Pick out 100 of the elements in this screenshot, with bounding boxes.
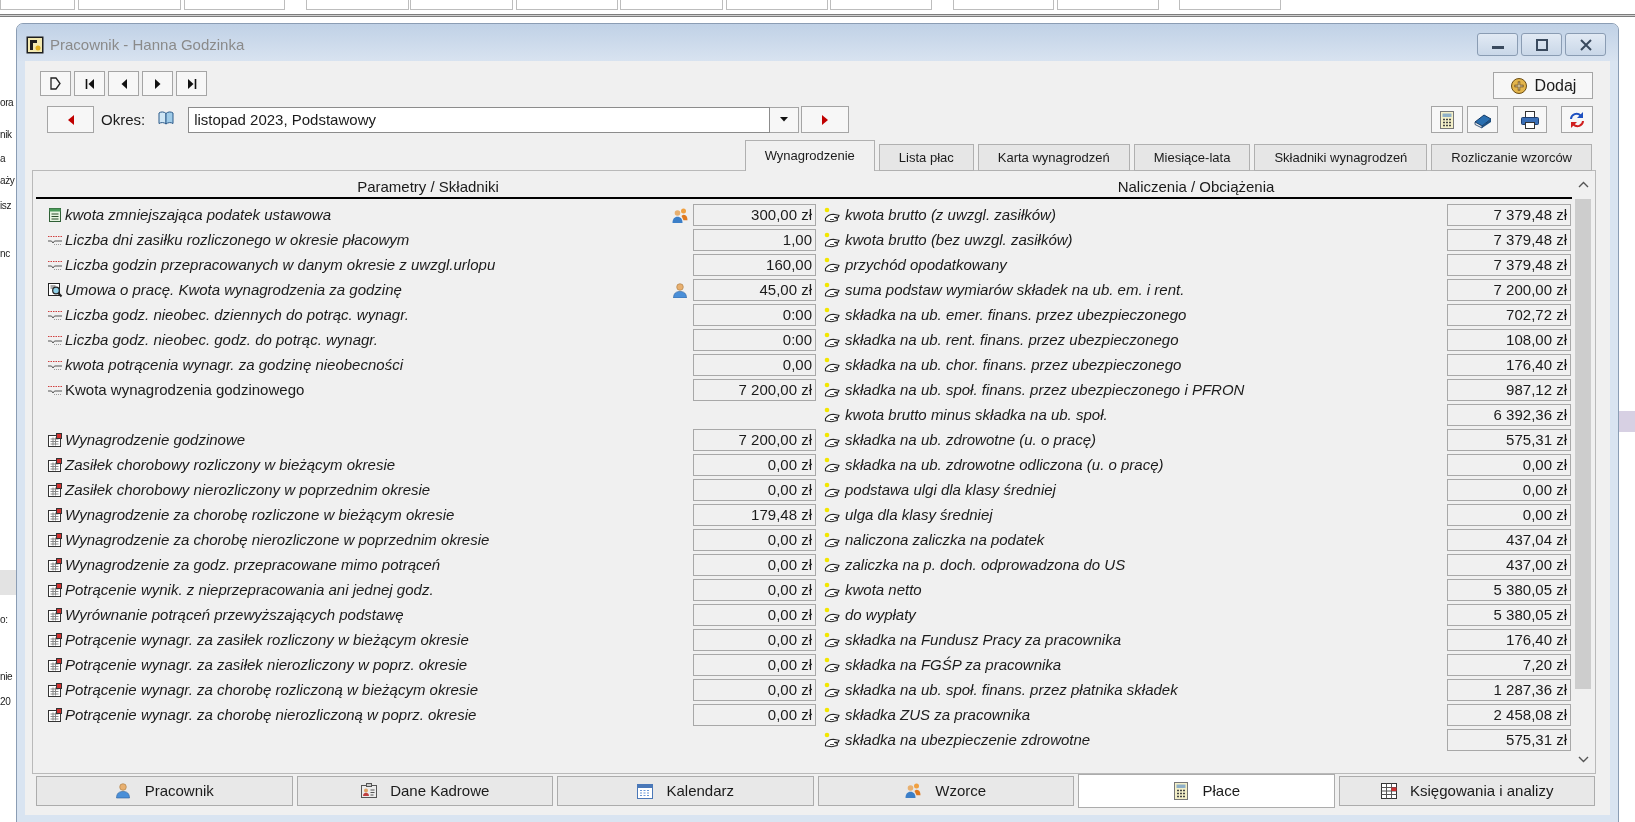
printer-icon <box>1521 110 1539 129</box>
value-field: 0,00 zł <box>693 703 816 726</box>
text-fragment: aży <box>0 174 15 188</box>
hand-dot-icon <box>824 206 842 223</box>
maximize-icon <box>1535 38 1548 51</box>
text-fragment: a <box>0 152 6 166</box>
first-record-button[interactable] <box>74 71 105 96</box>
bottom-tab[interactable]: Płace <box>1078 774 1335 808</box>
text-fragment: nik <box>0 128 12 142</box>
previous-period-button[interactable] <box>47 106 94 133</box>
calculator-button[interactable] <box>1431 106 1463 133</box>
next-record-button[interactable] <box>142 71 173 96</box>
text-fragment: isz <box>0 199 12 213</box>
hand-dot-icon <box>824 431 842 448</box>
hand-dot-icon <box>824 281 842 298</box>
table-icon <box>1380 782 1399 800</box>
value-field: 7 200,00 zł <box>693 378 816 401</box>
grid-sheet-icon <box>47 531 63 548</box>
add-button[interactable]: Dodaj <box>1493 72 1593 99</box>
hand-dot-icon <box>824 706 842 723</box>
calculator-icon <box>1172 782 1191 800</box>
chevron-up-icon <box>1577 181 1589 188</box>
minimize-button[interactable] <box>1477 33 1518 56</box>
next-period-button[interactable] <box>801 106 850 133</box>
row-label: do wypłaty <box>845 605 918 624</box>
value-field: 437,00 zł <box>1447 553 1571 576</box>
row-label: składka na ub. chor. finans. przez ubezpieczonego <box>845 355 1183 374</box>
refresh-button[interactable] <box>1561 106 1593 133</box>
bottom-tab[interactable]: Kalendarz <box>557 776 814 806</box>
value-field: 160,00 <box>693 253 816 276</box>
grid-sheet-icon <box>47 481 63 498</box>
open-book-icon <box>158 109 175 126</box>
row-label: składka na ub. emer. finans. przez ubezpieczonego <box>845 305 1188 324</box>
last-record-button[interactable] <box>176 71 207 96</box>
new-record-button[interactable] <box>40 71 71 96</box>
row-label: składka na ub. społ. finans. przez płatnika składek <box>845 680 1179 699</box>
row-label: Potrącenie wynagr. za chorobę rozliczoną w bieżącym okresie <box>65 680 479 699</box>
value-field: 0,00 zł <box>1447 478 1571 501</box>
print-button[interactable] <box>1513 106 1547 133</box>
bottom-tab[interactable]: Pracownik <box>36 776 293 806</box>
row-label: Wynagrodzenie za chorobę nierozliczone w poprzednim okresie <box>65 530 491 549</box>
calculator-icon <box>1438 110 1456 129</box>
skip-back-icon <box>84 77 95 90</box>
row-highlight <box>0 570 16 595</box>
value-field: 0,00 zł <box>693 628 816 651</box>
value-field: 0,00 zł <box>693 528 816 551</box>
book-button[interactable] <box>1467 106 1498 133</box>
value-field: 176,40 zł <box>1447 353 1571 376</box>
bottom-tab[interactable]: Wzorce <box>817 776 1074 806</box>
period-field[interactable]: listopad 2023, Podstawowy <box>188 106 771 133</box>
hand-dot-icon <box>824 306 842 323</box>
row-label: składka na Fundusz Pracy za pracownika <box>845 630 1122 649</box>
row-label: Wyrównanie potrąceń przewyższających podstawę <box>65 605 405 624</box>
tab[interactable]: Karta wynagrodzeń <box>977 144 1130 171</box>
triangle-right-icon <box>153 77 162 90</box>
previous-record-button[interactable] <box>108 71 139 96</box>
maximize-button[interactable] <box>1521 33 1562 56</box>
row-label: Potrącenie wynagr. za zasiłek nierozliczony w poprz. okresie <box>65 655 469 674</box>
row-label: składka na FGŚP za pracownika <box>845 655 1063 674</box>
row-label: naliczona zaliczka na podatek <box>845 530 1046 549</box>
hand-dot-icon <box>824 531 842 548</box>
column-heading: Naliczenia / Obciążenia <box>1117 178 1275 197</box>
value-field: 7 200,00 zł <box>1447 278 1571 301</box>
grid-sheet-icon <box>47 581 63 598</box>
grid-sheet-icon <box>47 606 63 623</box>
value-field: 0:00 <box>693 303 816 326</box>
tab[interactable]: Rozliczanie wzorców <box>1431 144 1592 171</box>
row-label: składka na ub. rent. finans. przez ubezpieczonego <box>845 330 1180 349</box>
value-field: 5 380,05 zł <box>1447 603 1571 626</box>
notepad-icon <box>47 206 63 223</box>
hand-dot-icon <box>824 556 842 573</box>
value-field: 575,31 zł <box>1447 728 1571 751</box>
tab[interactable]: Lista płac <box>878 144 974 171</box>
value-field: 0,00 zł <box>693 603 816 626</box>
tab[interactable]: Wynagrodzenie <box>744 140 875 171</box>
row-label: kwota brutto minus składka na ub. społ. <box>845 405 1109 424</box>
row-label: Liczba godz. nieobec. godz. do potrąc. wynagr. <box>65 330 379 349</box>
hand-dot-icon <box>824 231 842 248</box>
hand-dot-icon <box>824 481 842 498</box>
plus-circle-icon <box>1509 76 1528 95</box>
hand-dot-icon <box>824 656 842 673</box>
dropdown-button[interactable] <box>770 106 800 133</box>
value-field: 437,04 zł <box>1447 528 1571 551</box>
hand-dot-icon <box>824 631 842 648</box>
tab[interactable]: Składniki wynagrodzeń <box>1254 144 1428 171</box>
row-label: kwota brutto (bez uwzgl. zasiłków) <box>845 230 1074 249</box>
bottom-tab[interactable]: Księgowania i analizy <box>1338 776 1595 806</box>
value-field: 7,20 zł <box>1447 653 1571 676</box>
row-label: Zasiłek chorobowy nierozliczony w poprzednim okresie <box>65 480 432 499</box>
hand-dot-icon <box>824 506 842 523</box>
hand-dot-icon <box>824 606 842 623</box>
row-label: Potrącenie wynagr. za chorobę nierozliczoną w poprz. okresie <box>65 705 478 724</box>
bottom-tab[interactable]: Dane Kadrowe <box>296 776 553 806</box>
tab[interactable]: Miesiące-lata <box>1133 144 1251 171</box>
close-button[interactable] <box>1565 33 1606 56</box>
caret-down-icon <box>780 117 789 122</box>
minimize-icon <box>1491 45 1504 49</box>
scroll-thumb[interactable] <box>1575 199 1591 689</box>
column-heading: Parametry / Składniki <box>357 178 499 197</box>
value-field: 575,31 zł <box>1447 428 1571 451</box>
